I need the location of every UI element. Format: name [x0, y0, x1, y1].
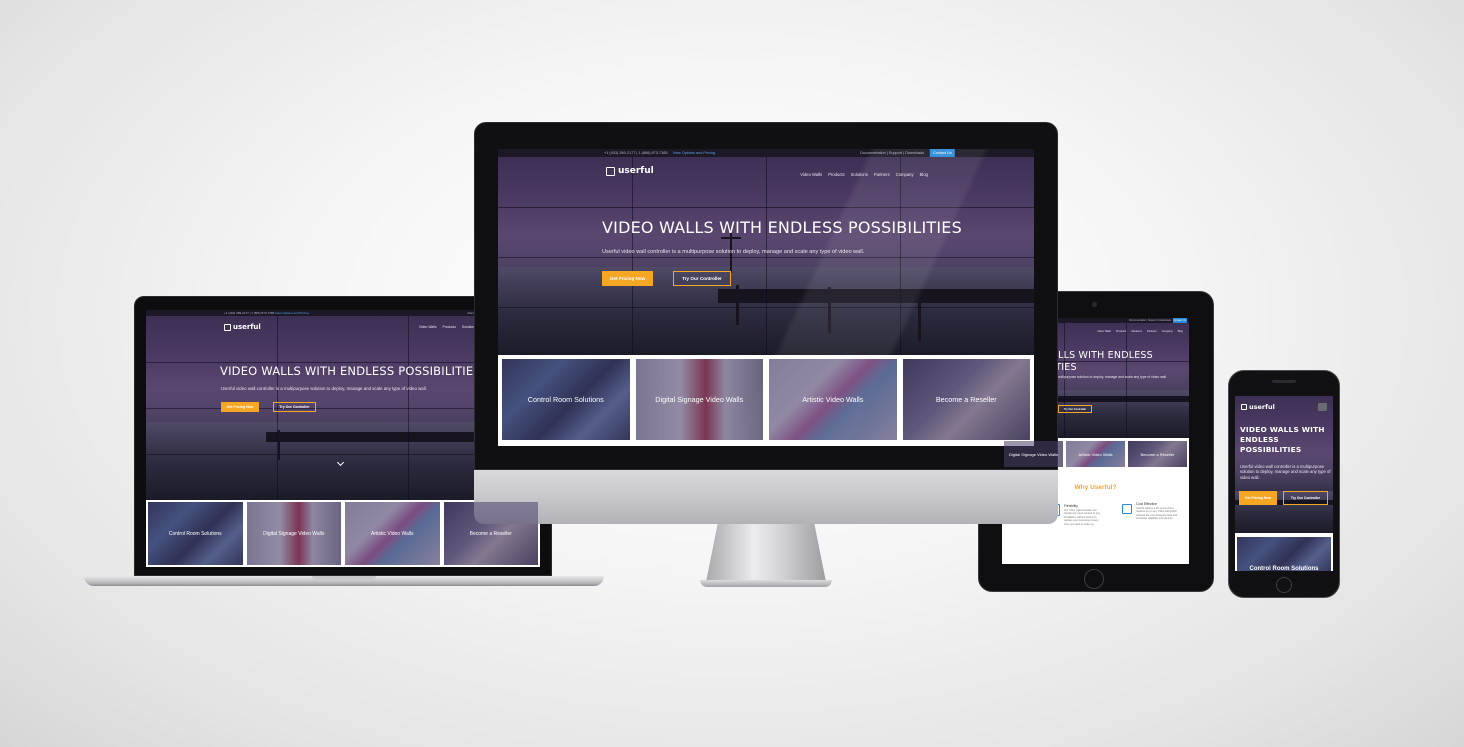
card-artistic[interactable]: Artistic Video Walls	[345, 502, 440, 565]
phone-screen: userful VIDEO WALLS WITH ENDLESS POSSIBI…	[1235, 396, 1333, 571]
imac-screen: +1 (403) 289-2177 | 1 (866) 873-7385 Vie…	[498, 149, 1034, 446]
lock-icon	[1122, 504, 1132, 514]
nav-blog[interactable]: Blog	[920, 172, 928, 177]
laptop-hero-subtitle: Userful video wall controller is a multi…	[221, 386, 427, 391]
phone-hero-subtitle: Userful video wall controller is a multi…	[1240, 464, 1331, 480]
nav-partners[interactable]: Partners	[874, 172, 890, 177]
card-artistic[interactable]: Artistic Video Walls	[769, 359, 897, 440]
phone-pricing-button[interactable]: Get Pricing Now	[1239, 491, 1277, 505]
menu-icon[interactable]	[1318, 403, 1327, 411]
contact-button[interactable]: Contact Us	[930, 149, 955, 157]
laptop-logo[interactable]: userful	[224, 323, 261, 331]
imac-pricing-button[interactable]: Get Pricing Now	[602, 271, 653, 286]
phone-home-button[interactable]	[1276, 577, 1292, 593]
phone-hero: userful VIDEO WALLS WITH ENDLESS POSSIBI…	[1235, 396, 1333, 533]
imac-hero-subtitle: Userful video wall controller is a multi…	[602, 249, 865, 255]
tablet-camera	[1092, 302, 1097, 307]
nav-company[interactable]: Company	[896, 172, 914, 177]
laptop-hero-title: VIDEO WALLS WITH ENDLESS POSSIBILITIES	[220, 364, 481, 378]
imac-hero: userful Video Walls Products Solutions P…	[498, 157, 1034, 355]
feature-cost: Cost Effective Userful utilizes a PC and…	[1122, 502, 1182, 521]
home-button[interactable]	[1084, 569, 1104, 589]
phone-logo[interactable]: userful	[1241, 403, 1275, 411]
imac-hero-title: VIDEO WALLS WITH ENDLESS POSSIBILITIES	[602, 218, 962, 237]
imac-chin	[474, 470, 1058, 524]
card-digital-signage[interactable]: Digital Signage Video Walls	[246, 502, 341, 565]
imac-try-button[interactable]: Try Our Controller	[673, 271, 731, 286]
nav-solutions[interactable]: Solutions	[851, 172, 868, 177]
laptop-pricing-button[interactable]: Get Pricing Now	[221, 402, 259, 412]
phone-device: userful VIDEO WALLS WITH ENDLESS POSSIBI…	[1228, 370, 1340, 598]
nav-products[interactable]: Products	[443, 325, 456, 329]
nav-video-walls[interactable]: Video Walls	[800, 172, 822, 177]
phone-card-control-room[interactable]: Control Room Solutions	[1237, 537, 1331, 571]
phone-text: +1 (403) 289-2177 | 1 (866) 873-7385	[604, 151, 668, 155]
imac-cards: Control Room Solutions Digital Signage V…	[498, 355, 1034, 446]
top-links[interactable]: Documentation | Support | Downloads	[860, 149, 924, 157]
laptop-cards: Control Room Solutions Digital Signage V…	[146, 500, 540, 567]
laptop-try-button[interactable]: Try Our Controller	[273, 402, 316, 412]
tablet-try-button[interactable]: Try Our Controller	[1058, 405, 1092, 413]
imac-stand	[706, 522, 826, 582]
card-control-room[interactable]: Control Room Solutions	[148, 502, 243, 565]
phone-try-button[interactable]: Try Our Controller	[1283, 491, 1328, 505]
card-reseller[interactable]: Become a Reseller	[902, 359, 1030, 440]
imac-topbar: +1 (403) 289-2177 | 1 (866) 873-7385 Vie…	[498, 149, 1034, 157]
nav-video-walls[interactable]: Video Walls	[419, 325, 437, 329]
card-digital-signage[interactable]: Digital Signage Video Walls	[635, 359, 763, 440]
card-control-room[interactable]: Control Room Solutions	[502, 359, 630, 440]
card-reseller[interactable]: Become a Reseller	[443, 502, 538, 565]
imac-nav: Video Walls Products Solutions Partners …	[800, 172, 928, 177]
phone-speaker	[1272, 380, 1296, 383]
imac-logo[interactable]: userful	[606, 166, 654, 176]
pricing-link[interactable]: View Options and Pricing	[673, 151, 715, 155]
phone-hero-title: VIDEO WALLS WITH ENDLESS POSSIBILITIES	[1240, 425, 1325, 454]
tablet-cards: Digital Signage Video Walls Artistic Vid…	[1002, 439, 1189, 469]
imac-device: +1 (403) 289-2177 | 1 (866) 873-7385 Vie…	[474, 122, 1058, 592]
nav-products[interactable]: Products	[828, 172, 845, 177]
